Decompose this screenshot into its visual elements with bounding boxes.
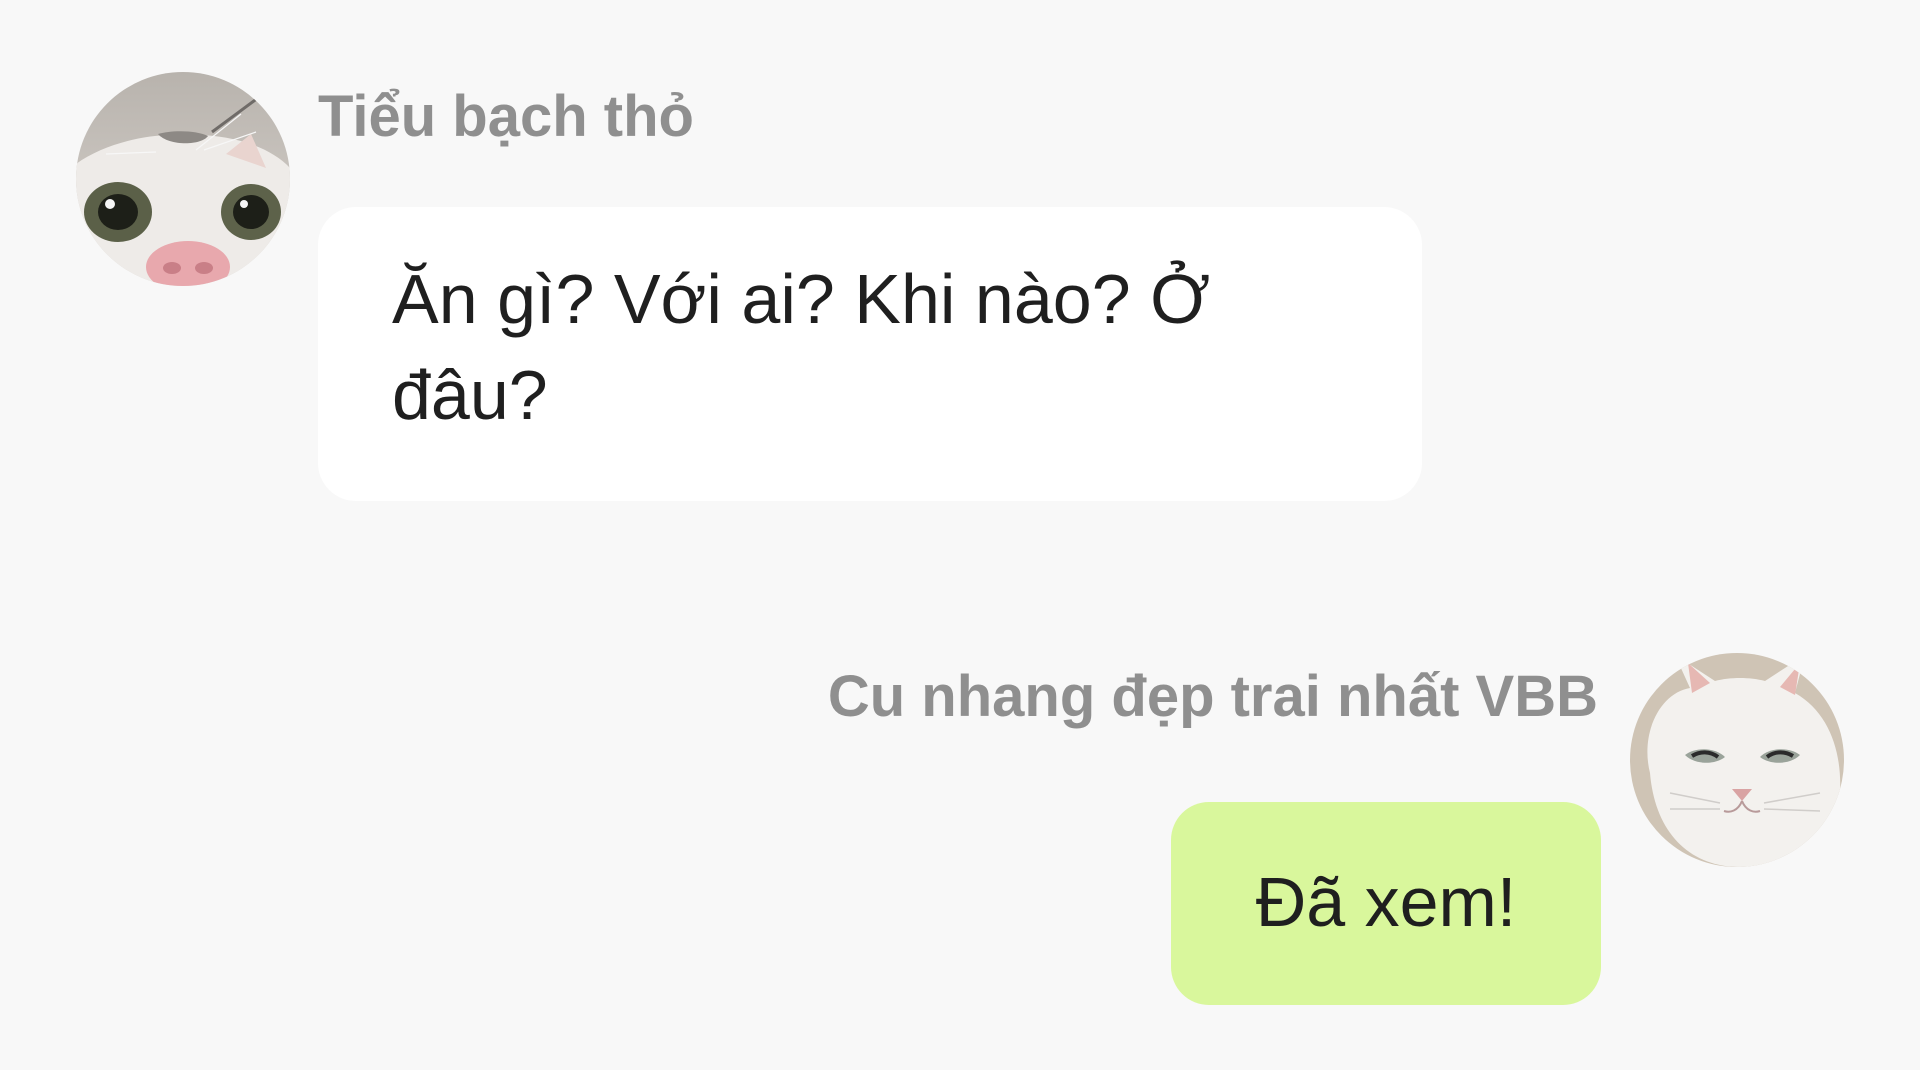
incoming-message-text: Ăn gì? Với ai? Khi nào? Ở đâu?: [392, 260, 1211, 434]
white-cat-avatar[interactable]: [1630, 653, 1844, 867]
sender-name-incoming: Tiểu bạch thỏ: [318, 84, 694, 149]
incoming-message-bubble[interactable]: Ăn gì? Với ai? Khi nào? Ở đâu?: [318, 207, 1422, 501]
chat-window: Tiểu bạch thỏ Ăn gì? Với ai? Khi nào? Ở …: [0, 0, 1920, 1070]
outgoing-message-text: Đã xem!: [1255, 862, 1517, 941]
cat-face-close-up-icon: [76, 72, 290, 286]
white-cat-icon: [1630, 653, 1844, 867]
cat-face-close-up-avatar[interactable]: [76, 72, 290, 286]
sender-name-outgoing: Cu nhang đẹp trai nhất VBB: [827, 664, 1598, 729]
outgoing-message-bubble[interactable]: Đã xem!: [1171, 802, 1601, 1005]
